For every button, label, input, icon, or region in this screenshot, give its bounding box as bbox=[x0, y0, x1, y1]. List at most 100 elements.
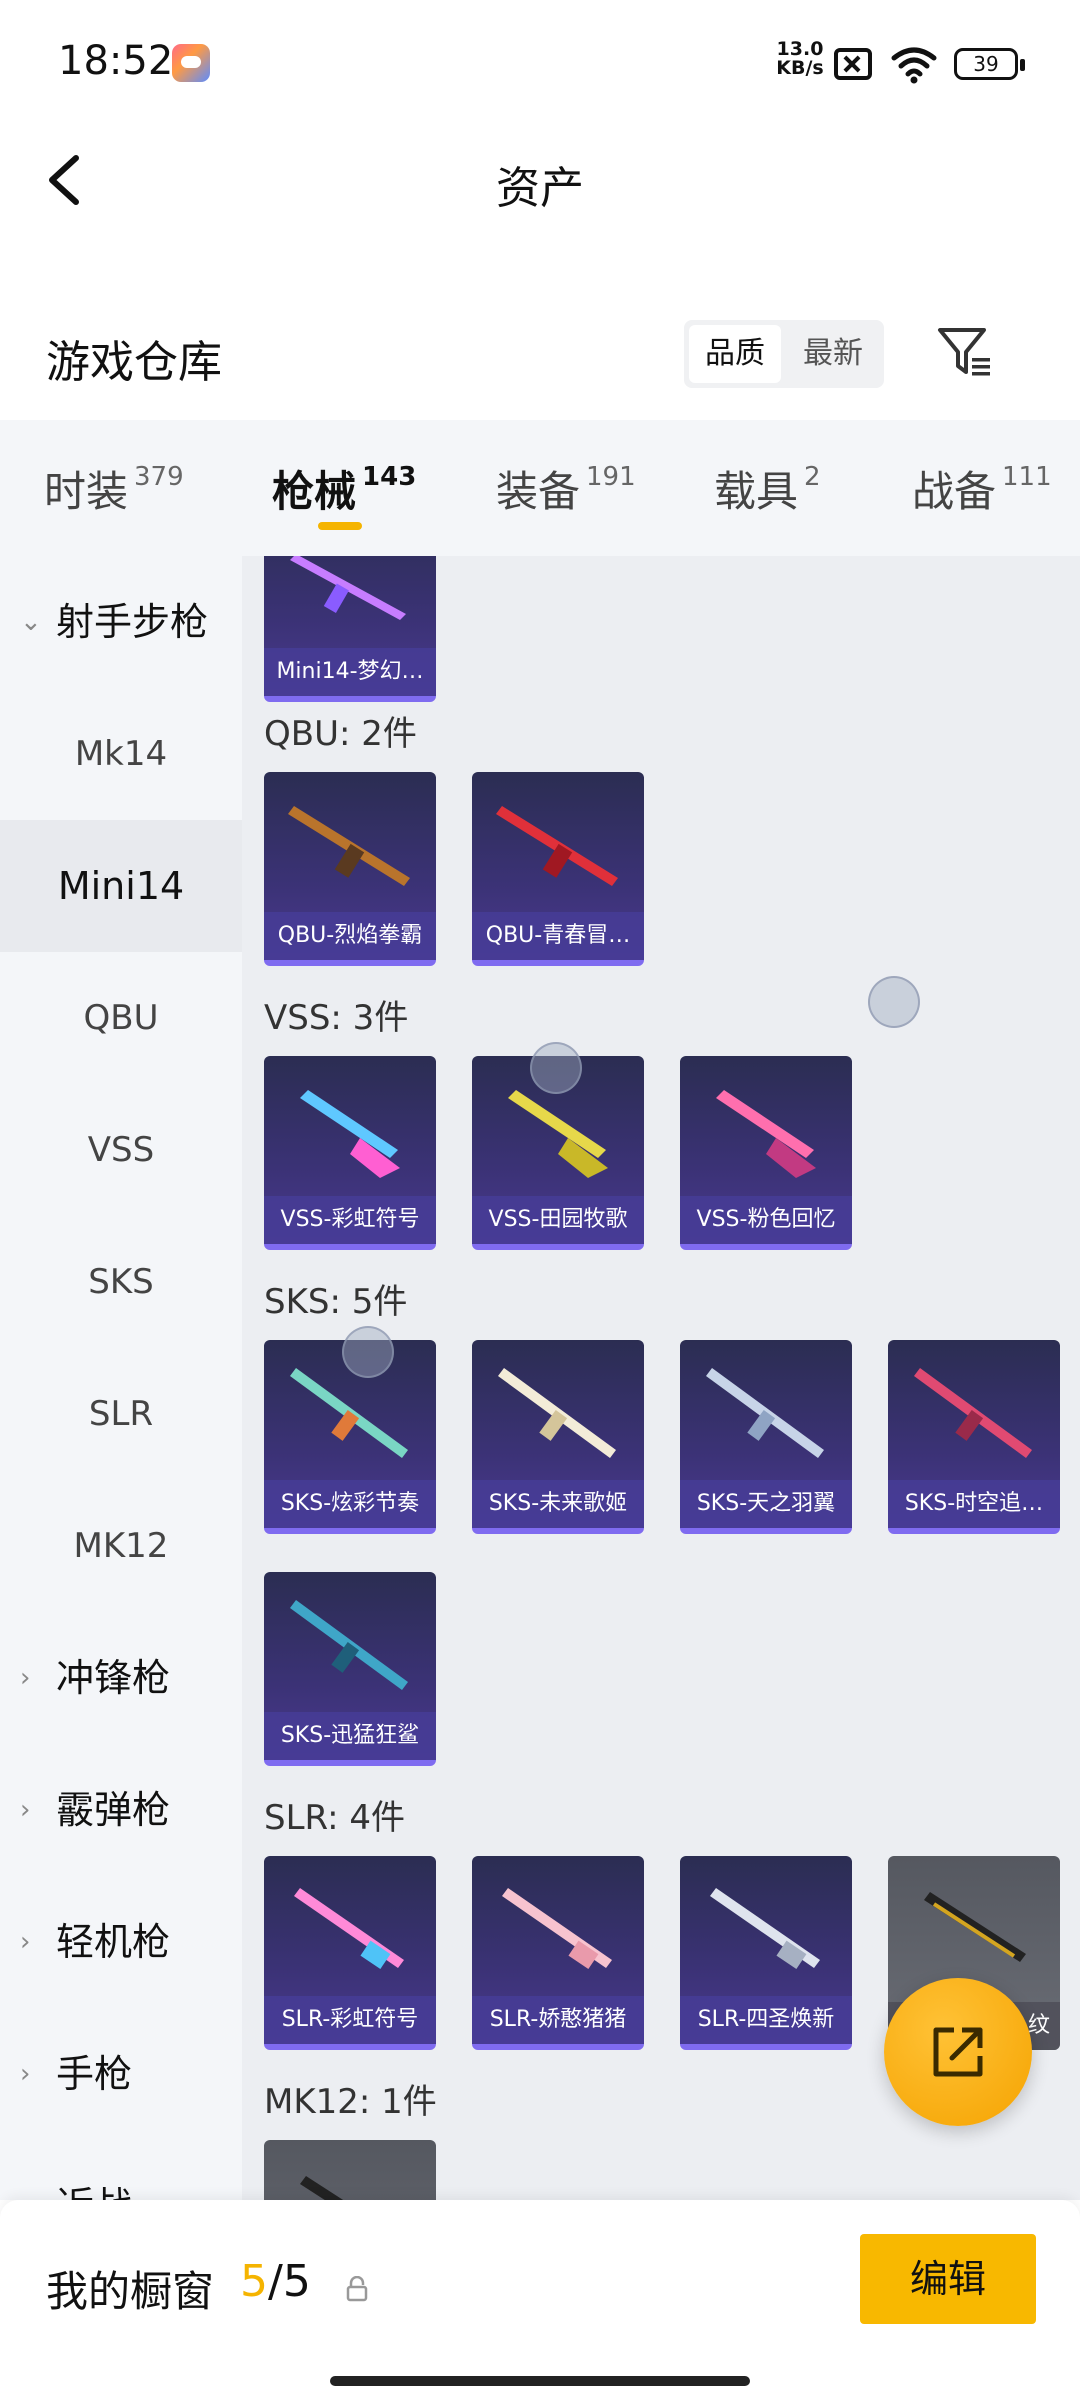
sidebar-group-shotgun[interactable]: › 霰弹枪 bbox=[0, 1744, 242, 1876]
skin-name: QBU-青春冒… bbox=[472, 912, 644, 960]
tab-label: 枪械 bbox=[272, 467, 357, 516]
tab-firearms[interactable]: 枪械 143 bbox=[272, 458, 416, 519]
rifle-skin-image bbox=[716, 1090, 816, 1178]
wifi-icon bbox=[891, 47, 937, 84]
skin-name: VSS-粉色回忆 bbox=[680, 1196, 852, 1244]
sidebar-item-sks[interactable]: SKS bbox=[0, 1216, 242, 1348]
tab-label: 装备 bbox=[496, 467, 581, 516]
skin-card[interactable]: VSS-粉色回忆 bbox=[680, 1056, 852, 1250]
touch-indicator bbox=[342, 1326, 394, 1378]
section-label-mk12: MK12: 1件 bbox=[264, 2082, 437, 2122]
skin-name: SLR-四圣焕新 bbox=[680, 1996, 852, 2044]
skin-card[interactable]: SLR-彩虹符号 bbox=[264, 1856, 436, 2050]
chevron-right-icon: › bbox=[20, 1795, 31, 1825]
sidebar-item-mini14[interactable]: Mini14 bbox=[0, 820, 242, 952]
skin-card[interactable]: Mini14-梦幻… bbox=[264, 556, 436, 702]
sidebar-group-pistol[interactable]: › 手枪 bbox=[0, 2008, 242, 2140]
tab-label: 时装 bbox=[44, 467, 129, 516]
sidebar-group-melee[interactable]: › 近战 bbox=[0, 2140, 242, 2200]
no-sim-icon bbox=[834, 48, 872, 80]
rifle-skin-image bbox=[290, 556, 406, 620]
share-icon bbox=[933, 2027, 983, 2077]
sidebar-group-label: 冲锋枪 bbox=[56, 1656, 171, 1700]
touch-indicator bbox=[530, 1042, 582, 1094]
skin-name: Mini14-梦幻… bbox=[264, 648, 436, 696]
skin-card[interactable]: SLR-娇憨猪猪 bbox=[472, 1856, 644, 2050]
tab-equipment[interactable]: 装备 191 bbox=[496, 458, 636, 519]
chevron-right-icon: › bbox=[20, 2059, 31, 2089]
sidebar-group-label: 霰弹枪 bbox=[56, 1788, 171, 1832]
sort-newest-option[interactable]: 最新 bbox=[787, 325, 879, 383]
showcase-total: /5 bbox=[268, 2256, 311, 2307]
tab-vehicles[interactable]: 载具 2 bbox=[714, 458, 821, 519]
warehouse-title: 游戏仓库 bbox=[46, 337, 222, 388]
status-bar: 18:52 13.0 KB/s 39 bbox=[0, 0, 1080, 130]
rifle-skin-image bbox=[288, 806, 410, 886]
sidebar-item-mk14[interactable]: Mk14 bbox=[0, 688, 242, 820]
skin-card[interactable]: SKS-时空追… bbox=[888, 1340, 1060, 1534]
rifle-skin-image bbox=[924, 1892, 1026, 1962]
skin-card[interactable]: SLR-四圣焕新 bbox=[680, 1856, 852, 2050]
skin-card[interactable]: QBU-烈焰拳霸 bbox=[264, 772, 436, 966]
sidebar-group-label: 射手步枪 bbox=[56, 600, 209, 644]
sidebar-group-smg[interactable]: › 冲锋枪 bbox=[0, 1612, 242, 1744]
sidebar-group-label: 近战 bbox=[56, 2140, 132, 2200]
sidebar-group-marksman-rifles[interactable]: ⌄ 射手步枪 bbox=[0, 556, 242, 688]
tab-label: 战备 bbox=[912, 467, 997, 516]
sidebar-group-label: 轻机枪 bbox=[56, 1920, 171, 1964]
skin-card[interactable]: VSS-彩虹符号 bbox=[264, 1056, 436, 1250]
rifle-skin-image bbox=[290, 1600, 408, 1690]
section-label-qbu: QBU: 2件 bbox=[264, 714, 417, 754]
rifle-skin-image bbox=[502, 1888, 612, 1970]
home-indicator[interactable] bbox=[330, 2376, 750, 2386]
sidebar-item-slr[interactable]: SLR bbox=[0, 1348, 242, 1480]
active-tab-indicator bbox=[318, 522, 362, 530]
status-time: 18:52 bbox=[58, 38, 174, 84]
tab-fashion[interactable]: 时装 379 bbox=[44, 458, 184, 519]
share-button[interactable] bbox=[884, 1978, 1032, 2126]
tab-count: 379 bbox=[134, 462, 184, 492]
battery-indicator: 39 bbox=[954, 48, 1025, 80]
sort-quality-option[interactable]: 品质 bbox=[689, 325, 781, 383]
chevron-down-icon: ⌄ bbox=[20, 607, 42, 637]
skin-card[interactable]: SKS-未来歌姬 bbox=[472, 1340, 644, 1534]
page-title: 资产 bbox=[496, 163, 584, 214]
section-label-sks: SKS: 5件 bbox=[264, 1282, 408, 1322]
rifle-skin-image bbox=[914, 1368, 1032, 1458]
skin-card[interactable]: QBU-青春冒… bbox=[472, 772, 644, 966]
skin-card[interactable]: SKS-迅猛狂鲨 bbox=[264, 1572, 436, 1766]
sidebar-item-qbu[interactable]: QBU bbox=[0, 952, 242, 1084]
rifle-skin-image bbox=[290, 1368, 408, 1458]
filter-icon[interactable] bbox=[934, 322, 994, 382]
weapon-type-sidebar: ⌄ 射手步枪 Mk14 Mini14 QBU VSS SKS SLR MK12 … bbox=[0, 556, 242, 2200]
section-label-vss: VSS: 3件 bbox=[264, 998, 409, 1038]
tab-supplies[interactable]: 战备 111 bbox=[912, 458, 1052, 519]
showcase-count: 5/5 bbox=[240, 2256, 311, 2307]
touch-indicator bbox=[868, 976, 920, 1028]
skin-name: VSS-田园牧歌 bbox=[472, 1196, 644, 1244]
chevron-right-icon: › bbox=[20, 1663, 31, 1693]
network-speed: 13.0 KB/s bbox=[774, 40, 826, 78]
rifle-skin-image bbox=[496, 806, 618, 886]
skin-name: SKS-炫彩节奏 bbox=[264, 1480, 436, 1528]
rifle-skin-image bbox=[498, 1368, 616, 1458]
game-app-icon bbox=[172, 44, 210, 82]
showcase-label: 我的橱窗 bbox=[46, 2267, 215, 2316]
skin-card[interactable]: SKS-天之羽翼 bbox=[680, 1340, 852, 1534]
sort-toggle: 品质 最新 bbox=[684, 320, 884, 388]
sidebar-group-lmg[interactable]: › 轻机枪 bbox=[0, 1876, 242, 2008]
rifle-skin-image bbox=[300, 2176, 344, 2200]
skin-card[interactable] bbox=[264, 2140, 436, 2200]
showcase-bar: 我的橱窗 5/5 编辑 bbox=[0, 2200, 1080, 2400]
skin-name: SKS-未来歌姬 bbox=[472, 1480, 644, 1528]
skin-name: QBU-烈焰拳霸 bbox=[264, 912, 436, 960]
tab-count: 143 bbox=[362, 462, 417, 492]
sidebar-item-vss[interactable]: VSS bbox=[0, 1084, 242, 1216]
sidebar-item-mk12[interactable]: MK12 bbox=[0, 1480, 242, 1612]
tab-count: 2 bbox=[804, 462, 821, 492]
skin-name: VSS-彩虹符号 bbox=[264, 1196, 436, 1244]
skin-grid: Mini14-梦幻… QBU: 2件 QBU-烈焰拳霸 QBU-青春冒… VSS… bbox=[242, 556, 1080, 2200]
header: 资产 bbox=[0, 130, 1080, 230]
edit-button[interactable]: 编辑 bbox=[860, 2234, 1036, 2324]
skin-name: SKS-天之羽翼 bbox=[680, 1480, 852, 1528]
